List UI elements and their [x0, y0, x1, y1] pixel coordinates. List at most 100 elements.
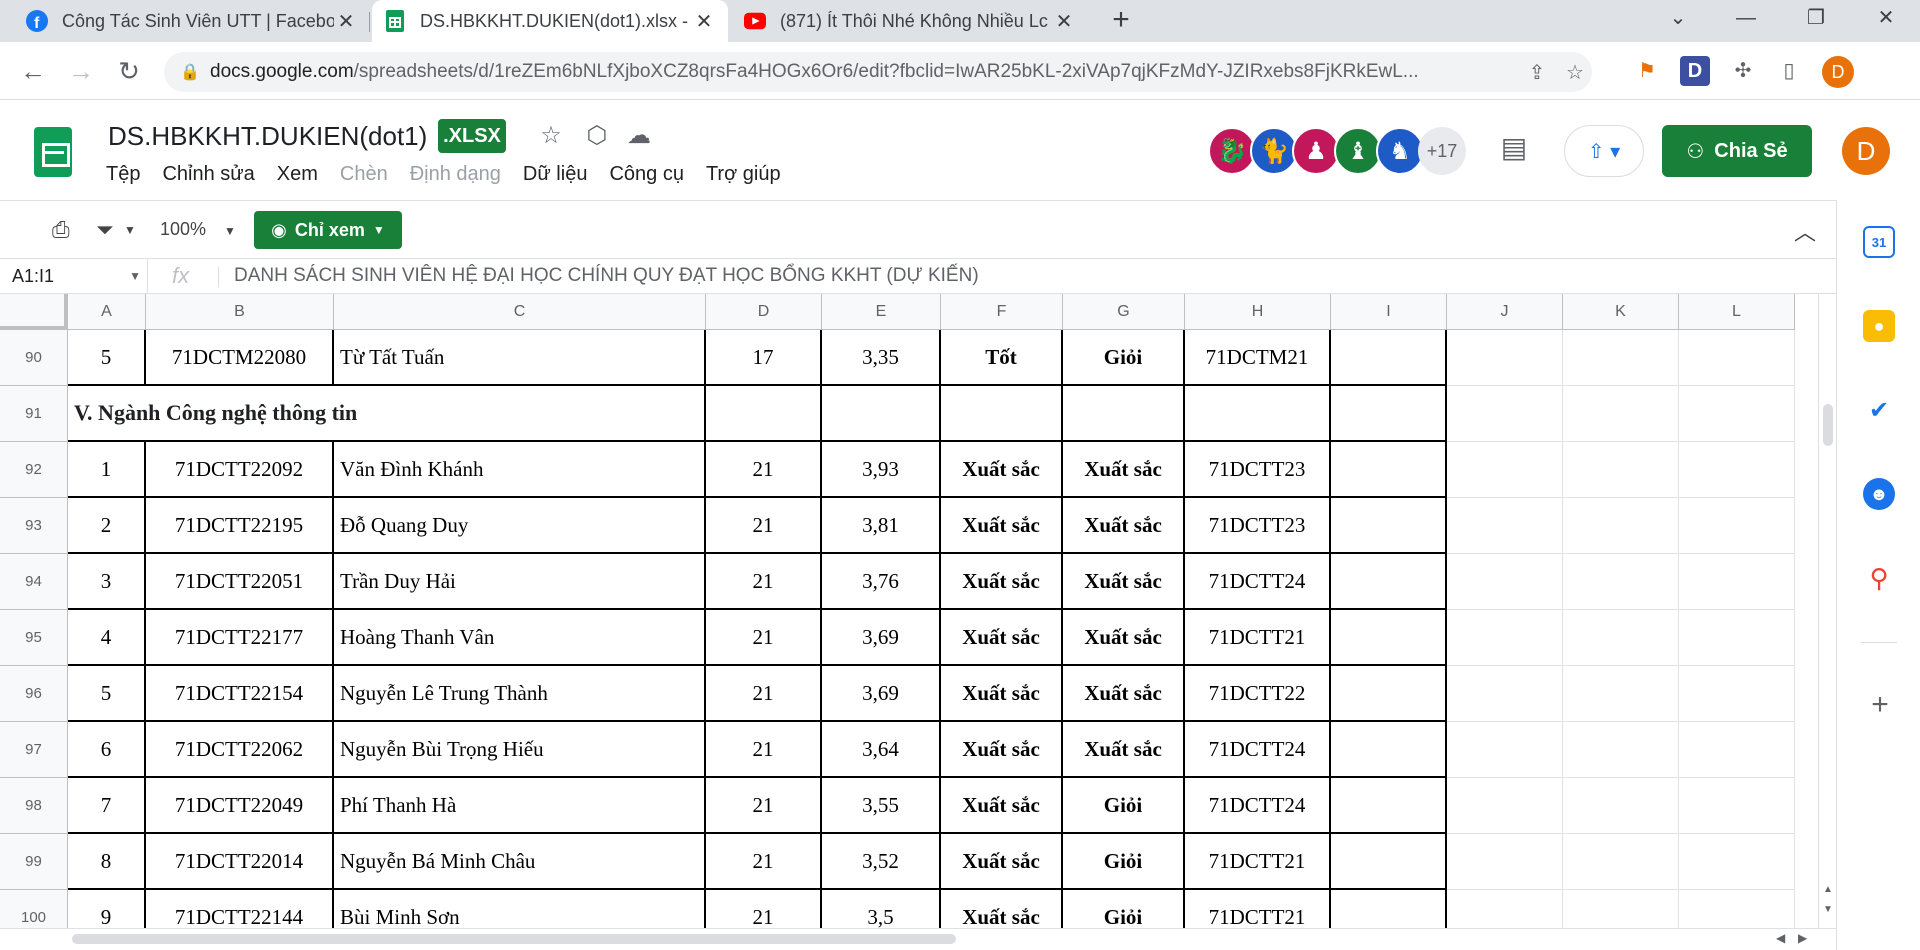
cell[interactable] [1331, 890, 1447, 928]
cell[interactable] [1447, 330, 1563, 386]
cell[interactable] [1563, 890, 1679, 928]
cell[interactable] [1563, 386, 1679, 442]
side-panel-icon[interactable]: ▯ [1774, 56, 1804, 86]
cell[interactable] [1679, 890, 1795, 928]
cell[interactable] [1679, 442, 1795, 498]
cell[interactable]: 71DCTT24 [1185, 778, 1331, 834]
cell[interactable]: Xuất sắc [941, 722, 1063, 778]
cell[interactable]: Xuất sắc [941, 498, 1063, 554]
share-button[interactable]: ⚇ Chia Sẻ [1662, 125, 1812, 177]
cell[interactable]: 2 [68, 498, 146, 554]
cell[interactable] [1447, 722, 1563, 778]
cell[interactable] [1679, 498, 1795, 554]
cell[interactable]: Xuất sắc [1063, 554, 1185, 610]
select-all-corner[interactable] [0, 294, 68, 330]
close-window-button[interactable]: ✕ [1858, 0, 1914, 36]
cell[interactable]: Bùi Minh Sơn [334, 890, 706, 928]
horizontal-scrollbar[interactable]: ◀ ▶ [0, 928, 1836, 950]
cell[interactable]: Giỏi [1063, 834, 1185, 890]
cell[interactable] [1331, 442, 1447, 498]
cell[interactable] [1447, 554, 1563, 610]
cell[interactable]: Giỏi [1063, 890, 1185, 928]
cell[interactable] [1679, 778, 1795, 834]
cell[interactable] [1563, 666, 1679, 722]
cell[interactable] [1563, 442, 1679, 498]
cell[interactable]: 3,64 [822, 722, 941, 778]
cell[interactable]: 71DCTT23 [1185, 498, 1331, 554]
new-tab-button[interactable]: + [1104, 4, 1138, 38]
cell[interactable] [1331, 666, 1447, 722]
menu-file[interactable]: Tệp [106, 163, 140, 186]
collaborator-avatar[interactable]: ♝ [1334, 127, 1382, 175]
cell[interactable]: 71DCTT24 [1185, 722, 1331, 778]
cell[interactable] [1447, 778, 1563, 834]
cell[interactable] [1331, 330, 1447, 386]
cell[interactable]: 3,52 [822, 834, 941, 890]
name-box[interactable]: A1:I1 ▼ [0, 259, 148, 293]
cell[interactable]: 71DCTT22014 [146, 834, 334, 890]
cell[interactable]: 1 [68, 442, 146, 498]
cell[interactable]: 3,93 [822, 442, 941, 498]
cell[interactable] [1331, 386, 1447, 442]
section-heading-cell[interactable]: V. Ngành Công nghệ thông tin [68, 386, 706, 442]
cell[interactable]: Xuất sắc [941, 554, 1063, 610]
column-header-b[interactable]: B [146, 294, 334, 330]
cell[interactable] [941, 386, 1063, 442]
cell[interactable]: 71DCTT22154 [146, 666, 334, 722]
cell[interactable] [1331, 778, 1447, 834]
filter-icon[interactable]: ⏷ [96, 217, 114, 243]
cell[interactable]: 8 [68, 834, 146, 890]
column-header-h[interactable]: H [1185, 294, 1331, 330]
cell[interactable]: 21 [706, 666, 822, 722]
cell[interactable]: Xuất sắc [941, 890, 1063, 928]
cell[interactable]: 3 [68, 554, 146, 610]
cell[interactable]: 5 [68, 666, 146, 722]
cell[interactable] [1447, 442, 1563, 498]
browser-tab-youtube[interactable]: (871) Ít Thôi Nhé Không Nhiều Lc ✕ [732, 0, 1088, 42]
address-bar[interactable]: 🔒 docs.google.com/spreadsheets/d/1reZEm6… [164, 52, 1592, 92]
cell[interactable] [1447, 890, 1563, 928]
cell[interactable]: 21 [706, 890, 822, 928]
cell[interactable]: Hoàng Thanh Vân [334, 610, 706, 666]
cell[interactable]: 4 [68, 610, 146, 666]
cell[interactable] [822, 386, 941, 442]
present-button[interactable]: ⇧ ▾ [1564, 125, 1644, 177]
cell[interactable]: 3,69 [822, 666, 941, 722]
cell[interactable] [1331, 834, 1447, 890]
browser-tab-facebook[interactable]: f Công Tác Sinh Viên UTT | Facebo ✕ [14, 0, 370, 42]
column-header-i[interactable]: I [1331, 294, 1447, 330]
calendar-icon[interactable]: 31 [1863, 226, 1895, 258]
cell[interactable] [1447, 610, 1563, 666]
share-page-icon[interactable]: ⇪ [1524, 60, 1550, 86]
add-addon-icon[interactable]: + [1865, 688, 1895, 722]
cell[interactable]: 71DCTT22144 [146, 890, 334, 928]
print-icon[interactable]: ⎙ [52, 217, 70, 243]
reload-button[interactable]: ↻ [112, 54, 146, 88]
cell[interactable]: 71DCTM21 [1185, 330, 1331, 386]
cell[interactable]: Nguyễn Bá Minh Châu [334, 834, 706, 890]
more-collaborators-badge[interactable]: +17 [1418, 127, 1466, 175]
cell[interactable]: 71DCTT22 [1185, 666, 1331, 722]
account-avatar[interactable]: D [1842, 127, 1890, 175]
cell[interactable] [1563, 610, 1679, 666]
cell[interactable]: Văn Đình Khánh [334, 442, 706, 498]
close-tab-icon[interactable]: ✕ [334, 9, 358, 34]
cell[interactable]: 3,55 [822, 778, 941, 834]
column-header-l[interactable]: L [1679, 294, 1795, 330]
cell[interactable]: Xuất sắc [1063, 722, 1185, 778]
cell[interactable] [1563, 834, 1679, 890]
row-header[interactable]: 94 [0, 554, 68, 610]
cell[interactable]: 7 [68, 778, 146, 834]
cell[interactable]: 21 [706, 778, 822, 834]
cell[interactable]: 71DCTM22080 [146, 330, 334, 386]
close-tab-icon[interactable]: ✕ [1052, 9, 1076, 34]
row-header[interactable]: 91 [0, 386, 68, 442]
sheets-logo-icon[interactable] [34, 127, 72, 177]
extension-d-icon[interactable]: D [1680, 56, 1710, 86]
row-header[interactable]: 93 [0, 498, 68, 554]
vertical-scrollbar[interactable]: ▲ ▼ [1818, 294, 1836, 928]
menu-data[interactable]: Dữ liệu [523, 163, 588, 186]
row-header[interactable]: 99 [0, 834, 68, 890]
cell[interactable]: 21 [706, 834, 822, 890]
puzzle-icon[interactable]: ✣ [1728, 56, 1758, 86]
